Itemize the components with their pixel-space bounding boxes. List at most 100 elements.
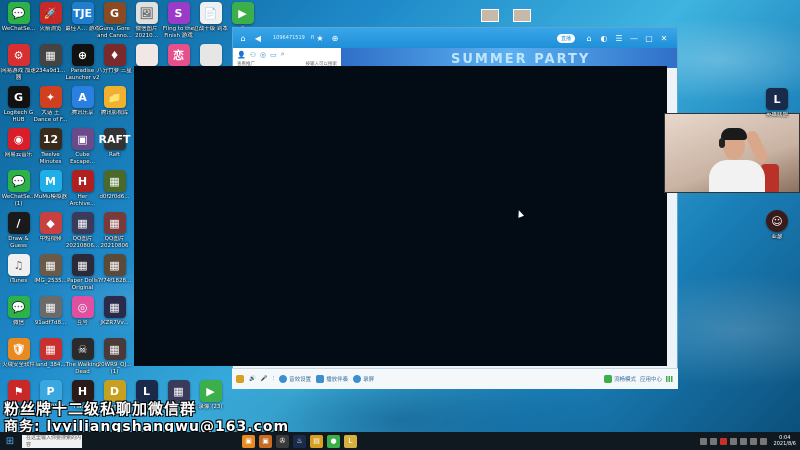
app-icon: 12 xyxy=(39,128,62,150)
mixer-icon[interactable]: ⫶ xyxy=(273,376,274,383)
desktop-icon[interactable]: TJE 最佳人... 游戏 xyxy=(65,2,100,48)
network-icon[interactable] xyxy=(749,437,757,445)
search-icon[interactable]: ⌕ xyxy=(281,50,285,59)
desktop-icon[interactable]: ◆ 中短视频 xyxy=(34,212,67,258)
desktop-icon[interactable]: ▦ Paper Dolls Original xyxy=(66,254,99,300)
location-icon[interactable]: ◎ xyxy=(260,51,266,59)
avatar[interactable] xyxy=(236,375,244,383)
menu-icon[interactable]: ☰ xyxy=(613,32,625,44)
mic-icon[interactable]: 🎤 xyxy=(261,376,268,382)
desktop-icon[interactable]: G Guns, Gore and Canno... xyxy=(97,2,132,48)
tray-icon[interactable] xyxy=(719,437,727,445)
app-center-button[interactable]: 应用中心 xyxy=(640,375,662,383)
nav-icon[interactable]: ◀ xyxy=(252,32,264,44)
play-accompaniment-button[interactable]: 播放伴奏 xyxy=(316,375,348,383)
group-icon[interactable]: ⚇ xyxy=(250,51,256,59)
desktop-icon[interactable]: ♫ iTunes xyxy=(2,254,35,300)
share-icon[interactable]: ⊕ xyxy=(329,32,341,44)
desktop-icon[interactable]: ◉ 网易云音乐 xyxy=(2,128,35,174)
desktop-icon[interactable]: H Her Archive... xyxy=(66,170,99,216)
promo-banner[interactable]: SUMMER PARTY xyxy=(341,48,677,68)
thumbnail-image[interactable] xyxy=(481,9,499,22)
record-button[interactable]: 录屏 xyxy=(353,375,374,383)
desktop-icon[interactable]: 📄 泣战十级 到本 xyxy=(193,2,228,48)
desktop-icon-label: IMG_2535... xyxy=(34,278,67,284)
desktop-icon[interactable]: ▦ QQ图片 20210806... xyxy=(66,212,99,258)
desktop-icon[interactable]: ▦ land_384... xyxy=(34,338,67,384)
desktop-icon[interactable]: ▦ QQ图片 20210806 xyxy=(98,212,131,258)
app-icon: 🛡 xyxy=(7,338,30,360)
sound-settings-button[interactable]: 音效设置 xyxy=(279,375,311,383)
desktop-icon[interactable]: 🖼 微信图片 20210... xyxy=(130,2,163,48)
desktop-icon[interactable]: ▦ 234a9d1... xyxy=(34,44,67,90)
desktop-icon[interactable]: ♦ 八分竹萝 三星 xyxy=(97,44,132,90)
volume-icon[interactable] xyxy=(759,437,767,445)
app-icon: M xyxy=(39,170,62,192)
desktop-icon[interactable]: ▦ IMG_2535... xyxy=(34,254,67,300)
desktop-icon[interactable]: ☠ The Walking Dead xyxy=(66,338,99,384)
desktop-icon[interactable]: S Fling to the Finish 游戏 xyxy=(162,2,195,48)
desktop-icon[interactable]: L 英雄联盟 xyxy=(762,88,792,134)
desktop-icon[interactable]: ☺ 亚瑟 xyxy=(762,210,792,256)
desktop-icon[interactable]: ⊕ Paradise Launcher v2 xyxy=(65,44,100,90)
desktop-icon[interactable]: 12 Twelve Minutes xyxy=(34,128,67,174)
app-icon xyxy=(199,44,222,66)
app-titlebar: ⌂ ◀ 1096471519 fl ★ ⊕ 直播 ⌂ ◐ ☰ — ▢ ✕ xyxy=(233,28,677,48)
quality-selector[interactable]: 流畅模式 xyxy=(603,375,636,383)
tray-icon[interactable] xyxy=(699,437,707,445)
taskbar-clock[interactable]: 0:04 2021/8/6 xyxy=(774,435,796,447)
desktop-icon[interactable]: G Logitech G HUB xyxy=(2,86,35,132)
league-icon[interactable]: L xyxy=(344,434,357,448)
thumbnail-image[interactable] xyxy=(513,9,531,22)
taskbar-app-icon[interactable]: ▣ xyxy=(259,434,272,448)
tray-icon[interactable] xyxy=(739,437,747,445)
taskbar-app-icon[interactable]: ✇ xyxy=(276,434,289,448)
desktop-icon[interactable]: ▦ 91adf7d8... xyxy=(34,296,67,342)
desktop-icon[interactable]: ▦ d0f2f0d6... xyxy=(98,170,131,216)
tv-icon[interactable]: ▭ xyxy=(270,51,277,59)
desktop-icon[interactable]: ⚙ 网易游戏 加速器 xyxy=(1,44,36,90)
windows-start-icon[interactable]: ⊞ xyxy=(0,432,20,450)
app-icon: ⊕ xyxy=(71,44,94,66)
desktop-icon[interactable]: 🚀 火箭浏览 xyxy=(34,2,67,48)
app-icon: 💬 xyxy=(7,296,30,318)
desktop-icon[interactable]: ✦ 大话 王 Dance of F... xyxy=(34,86,67,132)
skin-icon[interactable]: ◐ xyxy=(598,32,610,44)
tray-icon[interactable] xyxy=(729,437,737,445)
close-icon[interactable]: ✕ xyxy=(658,32,670,44)
desktop-icon[interactable]: ▣ Cube Escape... xyxy=(66,128,99,174)
desktop-icon[interactable]: / Draw & Guess xyxy=(2,212,35,258)
taskbar-app-icon[interactable]: ● xyxy=(327,434,340,448)
taskbar-app-icon[interactable]: ▣ xyxy=(242,434,255,448)
minimize-icon[interactable]: — xyxy=(628,32,640,44)
taskbar-search-input[interactable]: 在这里输入你要搜索的内容 xyxy=(22,434,82,448)
desktop-icon[interactable]: 💬 WeChatSe... xyxy=(2,2,35,48)
star-icon[interactable]: ★ xyxy=(314,32,326,44)
maximize-icon[interactable]: ▢ xyxy=(643,32,655,44)
desktop-icon[interactable]: RAFT Raft xyxy=(98,128,131,174)
live-pill[interactable]: 直播 xyxy=(556,33,575,43)
desktop-icon-label: Paper Dolls Original xyxy=(67,278,98,291)
desktop-icon[interactable]: A 腾讯乐享 xyxy=(66,86,99,132)
desktop-icon[interactable]: 💬 微信 xyxy=(2,296,35,342)
desktop-icon[interactable]: ▦ 7f74f1828... xyxy=(98,254,131,300)
tray-icon[interactable] xyxy=(709,437,717,445)
desktop-icon[interactable]: ▦ 20WR9_OJ... (1) xyxy=(98,338,131,384)
contacts-icon[interactable]: 👤 xyxy=(237,51,246,59)
desktop-icon[interactable]: 💬 WeChatSe... (1) xyxy=(2,170,35,216)
desktop-icon-label: 泣战十级 到本 xyxy=(193,26,228,32)
app-icon: ▦ xyxy=(71,254,94,276)
home-icon[interactable]: ⌂ xyxy=(237,32,249,44)
desktop-icon-label: MuMu模拟器 xyxy=(34,194,67,200)
desktop-icon[interactable]: ▦ JKZR7Vv... xyxy=(98,296,131,342)
stream-preview-area[interactable] xyxy=(134,66,667,366)
steam-icon[interactable]: ♨ xyxy=(293,434,306,448)
taskbar-app-icon[interactable]: ▤ xyxy=(310,434,323,448)
desktop-icon[interactable]: ◎ 互号 xyxy=(66,296,99,342)
home-icon[interactable]: ⌂ xyxy=(583,32,595,44)
app-icon: ▦ xyxy=(71,212,94,234)
desktop-icon[interactable]: 🛡 火绒安全软件 xyxy=(2,338,35,384)
volume-icon[interactable]: 🔊 xyxy=(249,376,256,382)
desktop-icon[interactable]: M MuMu模拟器 xyxy=(34,170,67,216)
desktop-icon[interactable]: 📁 腾讯影视库 xyxy=(98,86,131,132)
